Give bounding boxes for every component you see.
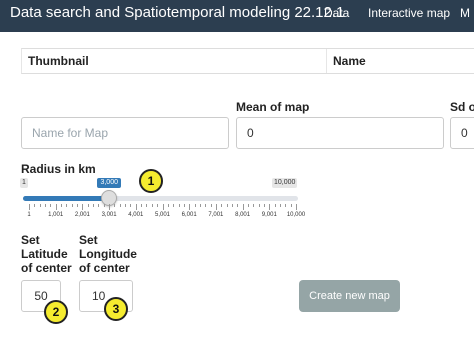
column-divider xyxy=(326,49,327,73)
slider-major-tick xyxy=(82,204,84,210)
slider-minor-tick xyxy=(226,204,228,207)
slider-minor-tick xyxy=(93,204,95,207)
slider-minor-tick xyxy=(199,204,201,207)
slider-major-tick xyxy=(162,204,164,210)
create-new-map-button[interactable]: Create new map xyxy=(299,280,400,312)
latitude-label: Set Latitude of center xyxy=(21,233,72,275)
slider-major-tick xyxy=(189,204,191,210)
slider-minor-tick xyxy=(167,204,169,207)
slider-minor-tick xyxy=(194,204,196,207)
slider-minor-tick xyxy=(231,204,233,207)
slider-tick-label: 2,001 xyxy=(74,212,90,218)
slider-tick-label: 8,001 xyxy=(235,212,251,218)
slider-max-label: 10,000 xyxy=(272,178,298,188)
annotation-marker-2: 2 xyxy=(44,300,68,324)
slider-tick-label: 4,001 xyxy=(128,212,144,218)
slider-minor-tick xyxy=(290,204,292,207)
annotation-marker-1: 1 xyxy=(139,169,163,193)
slider-major-tick xyxy=(109,204,111,210)
slider-tick-label: 6,001 xyxy=(181,212,197,218)
slider-minor-tick xyxy=(50,204,52,207)
slider-minor-tick xyxy=(173,204,175,207)
slider-major-tick xyxy=(296,204,297,210)
slider-minor-tick xyxy=(103,204,105,207)
slider-minor-tick xyxy=(279,204,281,207)
slider-minor-tick xyxy=(71,204,73,207)
slider-minor-tick xyxy=(141,204,143,207)
slider-major-tick xyxy=(29,204,30,210)
slider-minor-tick xyxy=(247,204,249,207)
slider-minor-tick xyxy=(146,204,148,207)
slider-minor-tick xyxy=(151,204,153,207)
slider-minor-tick xyxy=(237,204,239,207)
slider-minor-tick xyxy=(87,204,89,207)
slider-minor-tick xyxy=(125,204,127,207)
slider-minor-tick xyxy=(77,204,79,207)
slider-minor-tick xyxy=(130,204,132,207)
column-header-name[interactable]: Name xyxy=(333,55,366,68)
slider-major-tick xyxy=(269,204,271,210)
slider-min-label: 1 xyxy=(20,178,28,188)
navbar: Data search and Spatiotemporal modeling … xyxy=(0,0,474,32)
slider-minor-tick xyxy=(114,204,116,207)
slider-tick-label: 7,001 xyxy=(208,212,224,218)
slider-fill xyxy=(23,196,106,201)
slider-tick-label: 3,001 xyxy=(101,212,117,218)
app-title[interactable]: Data search and Spatiotemporal modeling … xyxy=(10,4,344,22)
slider-minor-tick xyxy=(183,204,185,207)
slider-major-tick xyxy=(135,204,137,210)
slider-minor-tick xyxy=(274,204,276,207)
slider-minor-tick xyxy=(258,204,260,207)
slider-major-tick xyxy=(215,204,217,210)
slider-minor-tick xyxy=(34,204,36,207)
slider-minor-tick xyxy=(253,204,255,207)
slider-tick-label: 1 xyxy=(27,212,31,218)
mean-of-map-input[interactable] xyxy=(236,117,444,149)
slider-minor-tick xyxy=(178,204,180,207)
nav-tab-data[interactable]: Data xyxy=(324,6,349,20)
slider-minor-tick xyxy=(221,204,223,207)
slider-minor-tick xyxy=(157,204,159,207)
maps-table-header: Thumbnail Name xyxy=(21,48,474,74)
slider-minor-tick xyxy=(39,204,41,207)
slider-ticks: 1 1,001 2,001 3,001 4,001 5,001 6,001 7,001 8,00… xyxy=(20,204,305,222)
column-header-thumbnail[interactable]: Thumbnail xyxy=(28,55,89,68)
slider-minor-tick xyxy=(45,204,47,207)
sd-of-map-input[interactable] xyxy=(450,117,474,149)
slider-minor-tick xyxy=(205,204,207,207)
slider-tick-label: 9,001 xyxy=(261,212,277,218)
radius-label: Radius in km xyxy=(21,162,96,176)
slider-minor-tick xyxy=(61,204,63,207)
slider-minor-tick xyxy=(285,204,287,207)
longitude-label: Set Longitude of center xyxy=(79,233,137,275)
slider-major-tick xyxy=(242,204,244,210)
slider-minor-tick xyxy=(98,204,100,207)
slider-minor-tick xyxy=(210,204,212,207)
slider-tick-label: 1,001 xyxy=(48,212,64,218)
annotation-marker-3: 3 xyxy=(104,297,128,321)
slider-minor-tick xyxy=(66,204,68,207)
map-name-input[interactable] xyxy=(21,117,229,149)
slider-minor-tick xyxy=(119,204,121,207)
mean-of-map-label: Mean of map xyxy=(236,100,310,114)
slider-minor-tick xyxy=(263,204,265,207)
slider-tick-label: 5,001 xyxy=(154,212,171,218)
nav-tab-interactive-map[interactable]: Interactive map xyxy=(368,6,450,20)
nav-tab-more[interactable]: M xyxy=(460,6,470,20)
sd-of-map-label: Sd of xyxy=(450,100,474,114)
slider-major-tick xyxy=(55,204,57,210)
slider-tick-label: 10,000 xyxy=(286,212,306,218)
slider-value-badge: 3,000 xyxy=(97,178,121,188)
